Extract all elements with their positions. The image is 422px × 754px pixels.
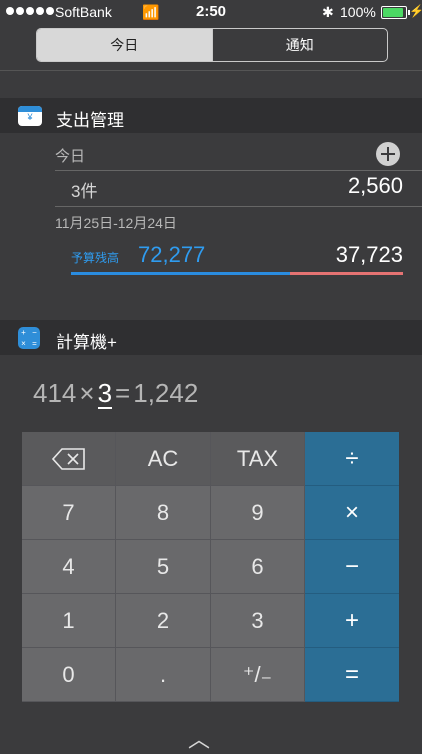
spent-amount[interactable]: 37,723	[300, 242, 403, 268]
key-1[interactable]: 1	[22, 594, 116, 648]
status-bar: SoftBank 📶 2:50 ✱ 100% ⚡	[0, 0, 422, 24]
bluetooth-icon: ✱	[322, 4, 334, 20]
key-3[interactable]: 3	[211, 594, 305, 648]
operator: ×	[79, 378, 95, 408]
calculator-keypad: AC TAX ÷ 7 8 9 × 4 5 6− 1 2 3 +0. ⁺/₋ =	[22, 432, 399, 702]
key-5[interactable]: 5	[116, 540, 211, 594]
key-4[interactable]: 4	[22, 540, 116, 594]
budget-remaining-bar	[71, 272, 290, 275]
key-plus-minus[interactable]: ⁺/₋	[211, 648, 305, 702]
calculator-widget-title: 計算機+	[56, 333, 117, 352]
expense-widget-title: 支出管理	[56, 111, 124, 130]
calculator-display: 414 × 3 = 1,242	[33, 378, 198, 409]
calculator-widget-header[interactable]: + − × = 計算機+	[0, 320, 422, 355]
result: 1,242	[133, 378, 199, 408]
key-divide[interactable]: ÷	[305, 432, 399, 486]
key-add[interactable]: +	[305, 594, 399, 648]
tab-notifications[interactable]: 通知	[211, 29, 388, 61]
calculator-app-icon: + − × =	[18, 327, 40, 349]
key-2[interactable]: 2	[116, 594, 211, 648]
today-label: 今日	[55, 148, 86, 165]
key-7[interactable]: 7	[22, 486, 116, 540]
divider	[0, 70, 422, 71]
equals-sign: =	[115, 378, 131, 408]
add-expense-button[interactable]	[376, 142, 400, 166]
charging-icon: ⚡	[409, 4, 422, 18]
expense-app-icon: ¥	[18, 106, 42, 126]
operand-left: 414	[33, 378, 77, 408]
expense-widget-header[interactable]: ¥ 支出管理	[0, 98, 422, 133]
key-equals[interactable]: =	[305, 648, 399, 702]
key-multiply[interactable]: ×	[305, 486, 399, 540]
backspace-key[interactable]	[22, 432, 116, 486]
key-9[interactable]: 9	[211, 486, 305, 540]
key-ac[interactable]: AC	[116, 432, 211, 486]
pull-handle-icon[interactable]: ︿	[188, 722, 210, 754]
key-8[interactable]: 8	[116, 486, 211, 540]
key-6[interactable]: 6	[211, 540, 305, 594]
current-operand: 3	[97, 378, 113, 409]
key-0[interactable]: 0	[22, 648, 116, 702]
budget-period: 11月25日-12月24日	[55, 215, 177, 231]
battery-percent: 100%	[340, 4, 376, 20]
key-tax[interactable]: TAX	[211, 432, 305, 486]
budget-spent-bar	[290, 272, 403, 275]
battery-icon	[381, 6, 410, 19]
backspace-icon	[51, 447, 85, 470]
tab-today[interactable]: 今日	[37, 29, 212, 61]
budget-remaining-label: 予算残高	[71, 251, 120, 265]
key-decimal[interactable]: .	[116, 648, 211, 702]
segmented-control: 今日 通知	[36, 28, 388, 62]
key-subtract[interactable]: −	[305, 540, 399, 594]
expense-total[interactable]: 2,560	[250, 173, 403, 199]
expense-count[interactable]: 3件	[71, 177, 97, 202]
separator	[55, 206, 422, 207]
separator	[55, 170, 422, 171]
budget-remaining-value[interactable]: 72,277	[138, 242, 205, 268]
